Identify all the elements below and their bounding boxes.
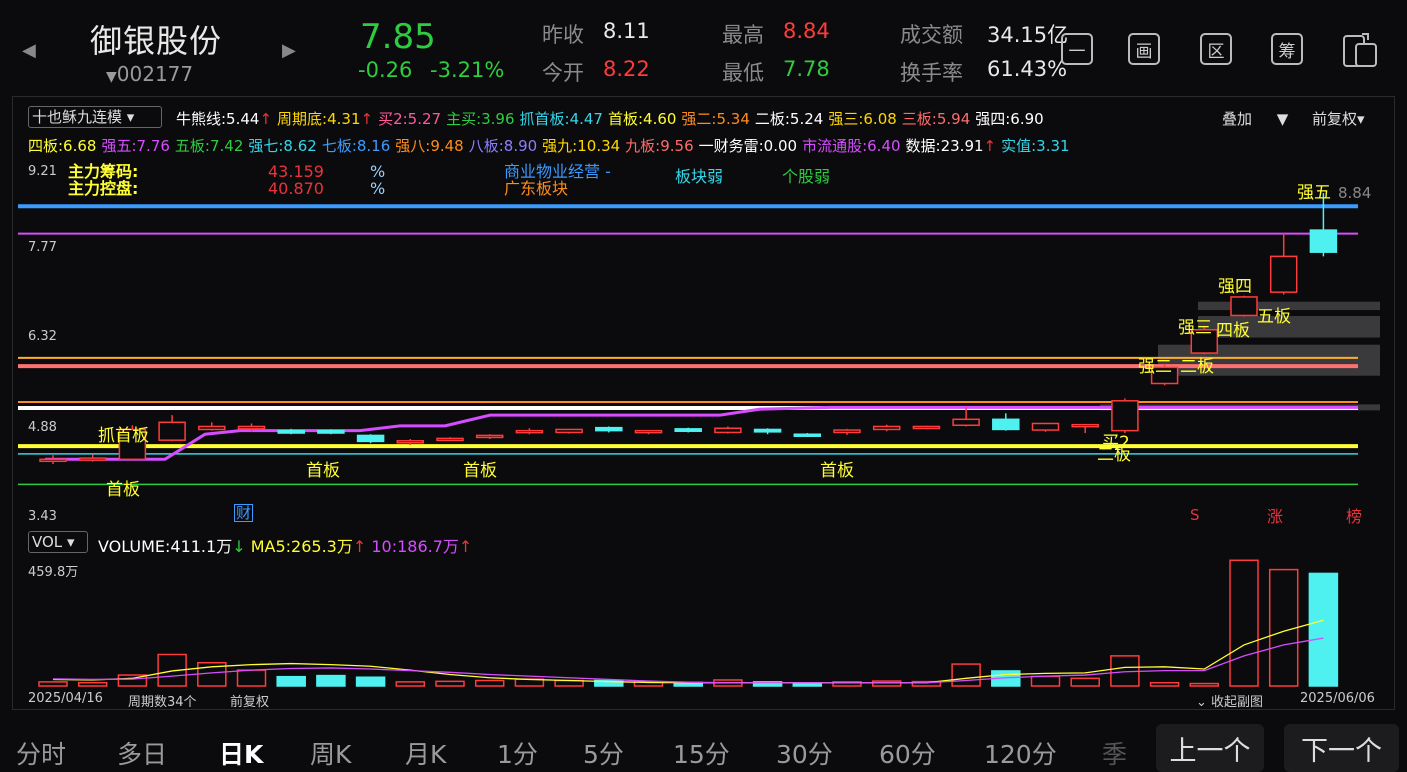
candle-body-13: [555, 428, 583, 434]
volume-bar-28: [1149, 681, 1180, 687]
high-mark-label: 8.84: [1338, 184, 1371, 202]
tab-weekly-k[interactable]: 周K: [310, 735, 351, 771]
candle-body-18: [753, 428, 782, 433]
tab-5min[interactable]: 5分: [583, 735, 624, 771]
candle-body-3: [158, 421, 186, 441]
candle-body-8: [356, 434, 385, 443]
annotation-12: 五板: [1257, 307, 1291, 327]
chevron-down-icon: ⌄: [1196, 695, 1212, 710]
s-marker[interactable]: S: [1190, 506, 1200, 524]
annotation-8: 二板: [1180, 357, 1214, 377]
candle-body-10: [436, 437, 464, 442]
volume-bar-1: [77, 681, 108, 687]
ranking-marker[interactable]: 榜: [1346, 503, 1362, 527]
annotation-1: 首板: [106, 480, 140, 500]
next-stock-button[interactable]: 下一个: [1284, 724, 1399, 772]
tab-15min[interactable]: 15分: [673, 735, 730, 771]
volume-bar-29: [1189, 682, 1220, 687]
candle-body-4: [198, 425, 226, 431]
volume-bar-9: [395, 681, 426, 687]
kline-chart[interactable]: 抓首板首板首板 首板 首板买2二板强二 二板强三 四板强四五板强五 8.84: [0, 0, 1407, 768]
ma10-value: 186.7万: [397, 537, 459, 556]
candle-body-23: [952, 418, 980, 427]
cycle-count: 周期数34个: [128, 695, 197, 710]
annotation-2: 首板: [306, 461, 340, 481]
tab-30min[interactable]: 30分: [776, 735, 833, 771]
volume-bar-31: [1268, 568, 1299, 687]
candle-body-6: [277, 429, 305, 434]
end-date: 2025/06/06: [1300, 691, 1375, 706]
candle-body-32: [1309, 229, 1338, 253]
candle-body-25: [1031, 422, 1060, 431]
vol-ymax: 459.8万: [28, 565, 79, 580]
candle-body-26: [1071, 423, 1099, 428]
tab-multiday[interactable]: 多日: [117, 735, 167, 771]
annotation-7: 强二: [1138, 357, 1172, 377]
candle-body-9: [396, 440, 425, 444]
collapse-sub-chart-button[interactable]: ⌄ 收起副图: [1196, 691, 1263, 710]
annotation-6: 二板: [1097, 445, 1131, 465]
candle-body-30: [1230, 296, 1258, 317]
candle-body-22: [912, 425, 941, 430]
candle-body-17: [714, 427, 742, 434]
vol-value: 411.1万: [170, 537, 233, 556]
volume-bar-25: [1030, 675, 1061, 687]
start-date: 2025/04/16: [28, 691, 103, 706]
annotation-4: 首板: [820, 461, 854, 481]
volume-bar-10: [435, 680, 465, 687]
tab-1min[interactable]: 1分: [497, 735, 538, 771]
candle-body-21: [872, 425, 901, 431]
volume-bar-11: [474, 679, 505, 687]
volume-bar-26: [1070, 677, 1100, 687]
vol-selector[interactable]: VOL ▾: [28, 531, 88, 553]
candle-body-24: [992, 418, 1020, 431]
candle-body-16: [674, 428, 702, 432]
ma5-value: 265.3万: [291, 537, 353, 556]
candle-body-11: [475, 434, 504, 439]
candle-body-0: [39, 458, 67, 463]
candle-body-31: [1269, 255, 1298, 293]
candle-body-27: [1111, 400, 1139, 432]
annotation-3: 首板: [463, 461, 497, 481]
volume-bar-19: [792, 682, 823, 687]
candle-body-1: [78, 457, 107, 461]
tab-intraday[interactable]: 分时: [16, 735, 66, 771]
candle-body-15: [634, 429, 663, 434]
candle-body-12: [515, 429, 544, 434]
tab-daily-k[interactable]: 日K: [219, 735, 263, 771]
annotation-11: 强四: [1218, 277, 1252, 297]
tab-60min[interactable]: 60分: [879, 735, 936, 771]
volume-bar-30: [1229, 559, 1259, 687]
limit-up-marker[interactable]: 涨: [1267, 503, 1283, 527]
candle-body-20: [833, 429, 861, 434]
candle-body-19: [793, 433, 822, 437]
volume-bar-6: [276, 675, 306, 687]
adjust-label: 前复权: [230, 695, 270, 710]
tab-120min[interactable]: 120分: [984, 735, 1057, 771]
trend-line: [45, 405, 1358, 461]
volume-bar-5: [236, 669, 267, 687]
annotation-0: 抓首板: [98, 426, 149, 446]
candle-body-7: [317, 429, 345, 434]
volume-bar-8: [355, 676, 386, 687]
prev-stock-button[interactable]: 上一个: [1156, 724, 1264, 772]
volume-bar-32: [1308, 572, 1339, 687]
finance-marker[interactable]: 财: [234, 504, 254, 522]
annotation-9: 强三: [1178, 318, 1212, 338]
candle-body-14: [595, 426, 623, 432]
annotation-13: 强五: [1297, 183, 1331, 203]
tab-monthly-k[interactable]: 月K: [405, 735, 446, 771]
volume-bar-7: [316, 674, 346, 687]
volume-bar-23: [951, 663, 981, 687]
tab-quarterly[interactable]: 季: [1102, 735, 1127, 771]
candle-body-5: [237, 425, 266, 430]
volume-bar-0: [38, 681, 68, 687]
vol-info: VOLUME:411.1万↓ MA5:265.3万↑ 10:186.7万↑: [98, 537, 473, 556]
annotation-10: 四板: [1216, 321, 1250, 341]
volume-bar-21: [871, 680, 902, 687]
